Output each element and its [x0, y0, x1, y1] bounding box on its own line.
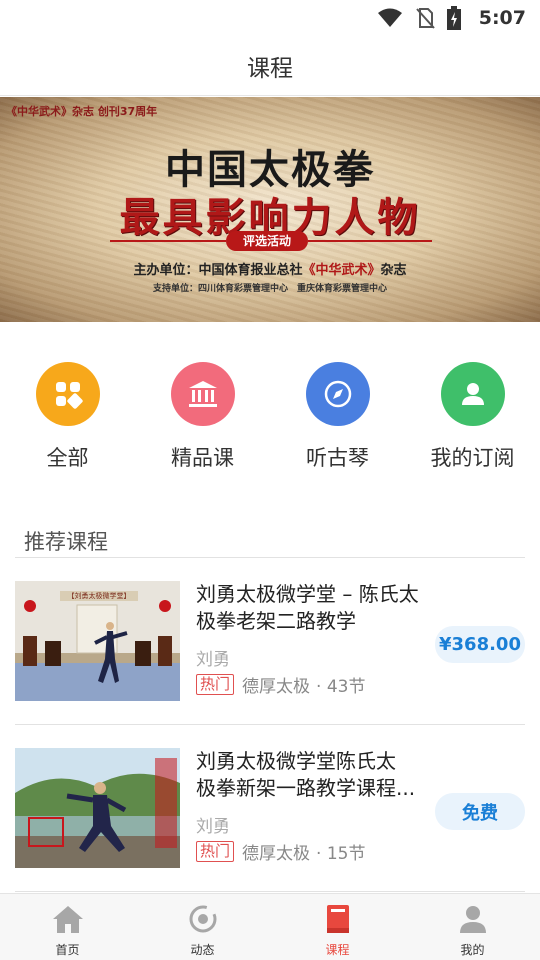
banner-host: 主办单位：中国体育报业总社《中华武术》杂志 [0, 259, 540, 278]
nav-label: 动态 [190, 943, 215, 957]
course-thumbnail[interactable]: 【刘勇太极微学堂】 [15, 581, 180, 701]
course-thumbnail[interactable] [15, 748, 180, 868]
banner-divider-left [110, 240, 226, 242]
category-label: 精品课 [171, 446, 234, 470]
hot-tag: 热门 [196, 674, 235, 695]
course-divider [15, 724, 525, 725]
bottom-nav: 首页 动态 课程 我的 [0, 893, 540, 960]
battery-charging-icon [446, 6, 461, 30]
user-icon [440, 362, 505, 426]
banner-badge: 评选活动 [226, 231, 308, 251]
course-item[interactable]: 刘勇太极微学堂陈氏太 极拳新架一路教学课程... 刘勇 热门 德厚太极 · 15… [15, 748, 525, 892]
course-title-line1: 刘勇太极微学堂陈氏太 [196, 749, 396, 773]
nav-label: 我的 [460, 943, 485, 957]
course-lessons: · 43节 [316, 677, 366, 697]
price-button[interactable]: 免费 [435, 793, 525, 830]
course-meta: 热门 德厚太极 · 43节 [196, 672, 365, 697]
page-title: 课程 [247, 55, 293, 82]
activity-icon [187, 904, 219, 938]
no-sim-icon [415, 7, 435, 29]
course-title-line1: 刘勇太极微学堂 – 陈氏太 [196, 582, 419, 606]
course-title[interactable]: 刘勇太极微学堂 – 陈氏太 极拳老架二路教学 [196, 581, 441, 635]
category-guqin[interactable]: 听古琴 [270, 362, 405, 482]
banner-host-magazine: 《中华武术》 [302, 263, 381, 278]
bank-icon [170, 362, 235, 426]
category-label: 全部 [46, 446, 89, 470]
thumb-banner-text: 【刘勇太极微学堂】 [67, 592, 131, 600]
status-bar: 5:07 [0, 0, 540, 36]
course-title-line2: 极拳新架一路教学课程... [196, 776, 416, 800]
nav-label: 课程 [325, 943, 350, 957]
course-author: 刘勇 [196, 817, 230, 837]
category-all[interactable]: 全部 [0, 362, 135, 482]
course-school: 德厚太极 [242, 844, 311, 864]
banner-host-suffix: 杂志 [380, 263, 407, 278]
section-title: 推荐课程 [24, 530, 108, 554]
course-title[interactable]: 刘勇太极微学堂陈氏太 极拳新架一路教学课程... [196, 748, 441, 802]
course-author: 刘勇 [196, 650, 230, 670]
header: 课程 [0, 36, 540, 96]
wifi-icon [377, 8, 403, 28]
profile-icon [457, 904, 489, 938]
price-button[interactable]: ¥368.00 [435, 626, 525, 663]
grid-icon [35, 362, 100, 426]
course-item[interactable]: 【刘勇太极微学堂】 刘勇太极微学堂 – 陈氏太 极拳老架二路教学 刘勇 热门 德… [15, 581, 525, 725]
nav-mine[interactable]: 我的 [405, 894, 540, 960]
category-label: 听古琴 [306, 446, 369, 470]
book-icon [324, 904, 352, 938]
category-subscription[interactable]: 我的订阅 [405, 362, 540, 482]
course-school: 德厚太极 [242, 677, 311, 697]
nav-course[interactable]: 课程 [270, 894, 405, 960]
status-time: 5:07 [478, 7, 526, 29]
section-divider [15, 557, 525, 558]
nav-activity[interactable]: 动态 [135, 894, 270, 960]
compass-icon [305, 362, 370, 426]
course-divider [15, 891, 525, 892]
home-icon [51, 904, 85, 938]
nav-label: 首页 [55, 943, 80, 957]
promo-banner[interactable]: 《中华武术》杂志 创刊37周年 中国太极拳 最具影响力人物 评选活动 主办单位：… [0, 97, 540, 322]
course-title-line2: 极拳老架二路教学 [196, 609, 356, 633]
banner-top-text: 《中华武术》杂志 创刊37周年 [6, 105, 158, 118]
banner-host-prefix: 主办单位：中国体育报业总社 [133, 263, 303, 278]
banner-support: 支持单位：四川体育彩票管理中心 重庆体育彩票管理中心 [152, 284, 387, 294]
category-label: 我的订阅 [430, 446, 515, 470]
course-lessons: · 15节 [316, 844, 366, 864]
nav-home[interactable]: 首页 [0, 894, 135, 960]
hot-tag: 热门 [196, 841, 235, 862]
course-meta: 热门 德厚太极 · 15节 [196, 839, 365, 864]
category-premium[interactable]: 精品课 [135, 362, 270, 482]
category-grid: 全部 精品课 听古琴 我的订阅 [0, 362, 540, 482]
banner-divider-right [308, 240, 432, 242]
